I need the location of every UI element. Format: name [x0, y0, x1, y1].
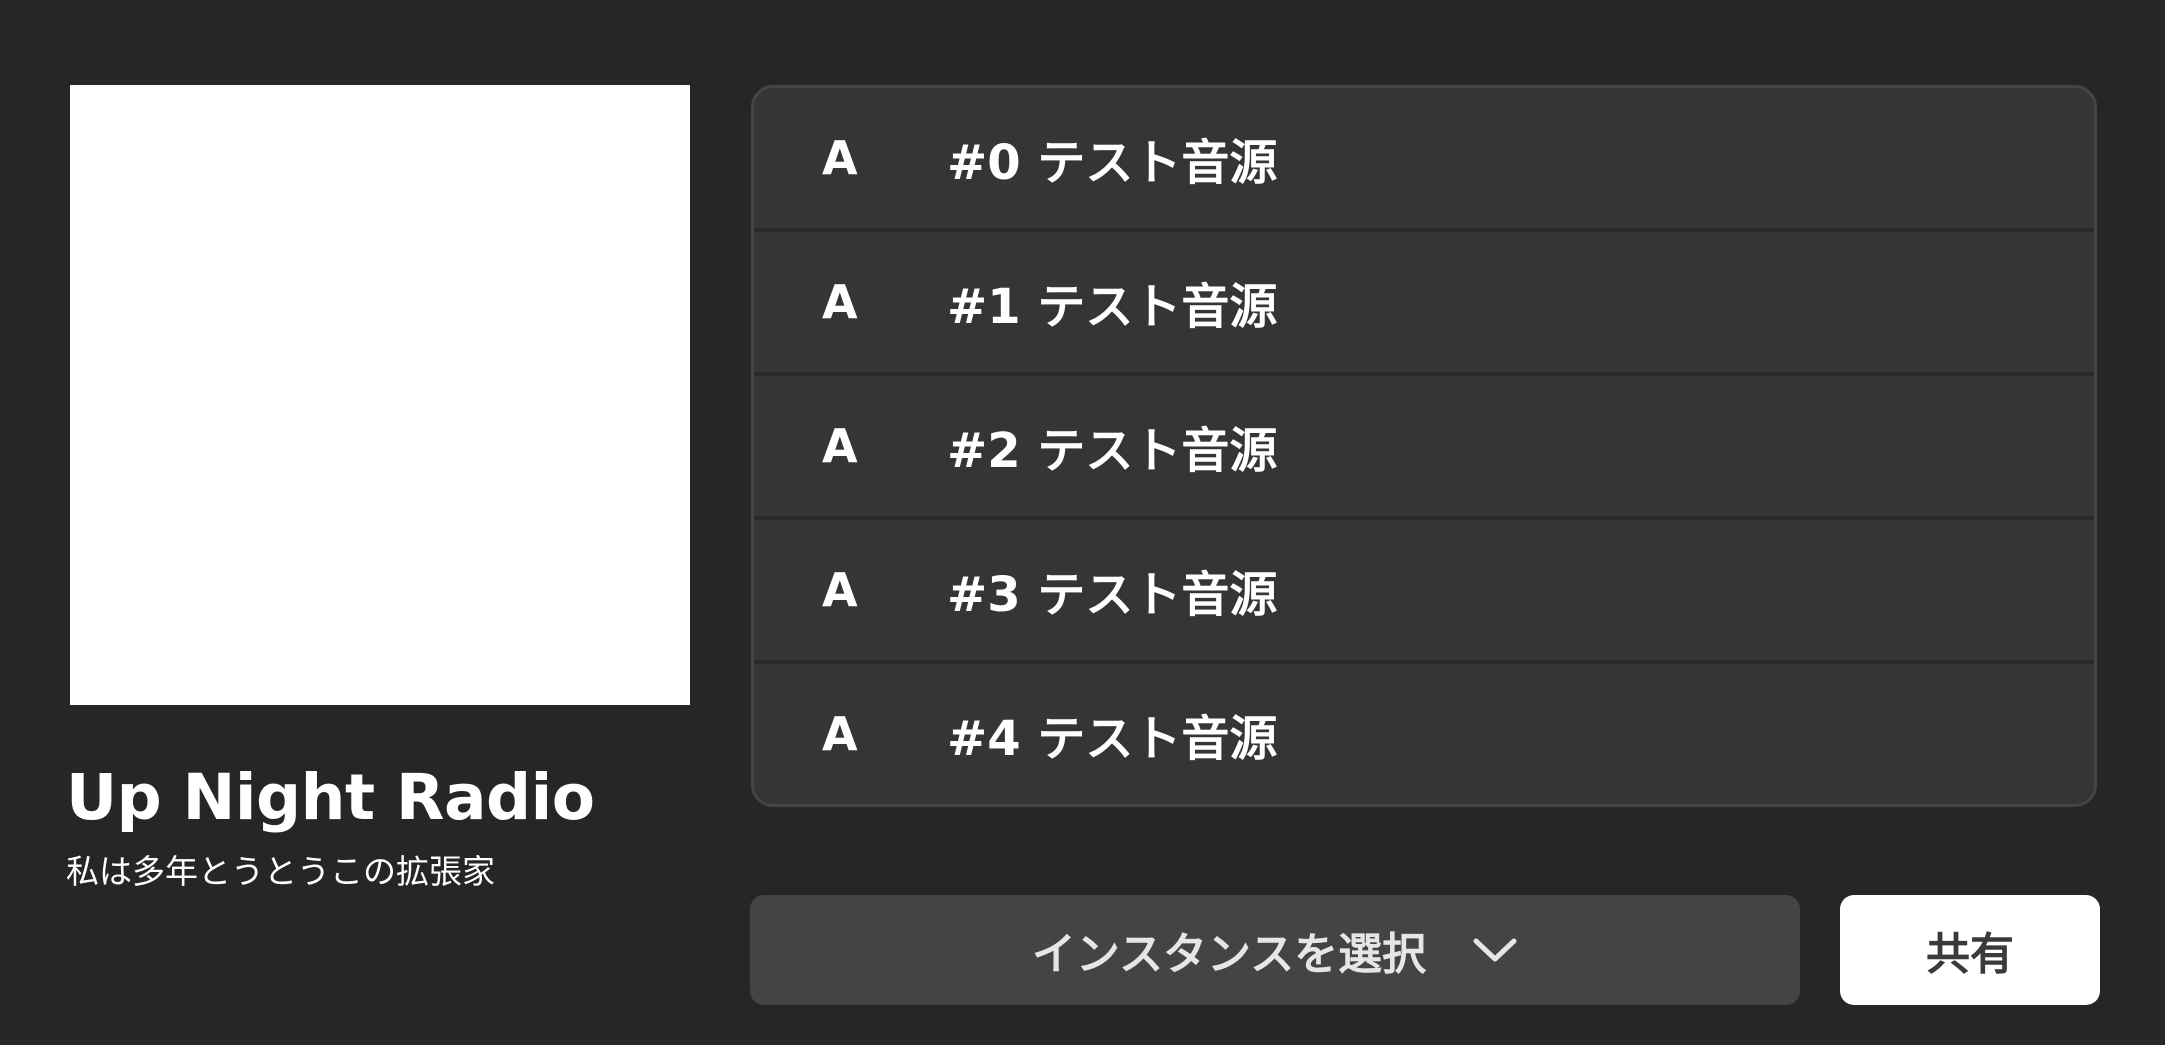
player-description: 私は多年とうとうこの拡張家 [66, 852, 495, 891]
instance-select-dropdown[interactable]: インスタンスを選択 [750, 895, 1800, 1005]
player-title: Up Night Radio [66, 761, 595, 834]
track-name: #4 テスト音源 [947, 711, 1278, 767]
album-artwork [70, 85, 690, 705]
track-name: #0 テスト音源 [947, 135, 1278, 191]
track-badge: A [822, 131, 858, 185]
track-name: #2 テスト音源 [947, 423, 1278, 479]
chevron-down-icon [1473, 938, 1517, 962]
track-item[interactable]: A #3 テスト音源 [754, 520, 2094, 664]
instance-select-label: インスタンスを選択 [1031, 929, 1427, 980]
track-name: #3 テスト音源 [947, 567, 1278, 623]
track-item[interactable]: A #2 テスト音源 [754, 376, 2094, 520]
track-badge: A [822, 563, 858, 617]
track-item[interactable]: A #1 テスト音源 [754, 232, 2094, 376]
track-badge: A [822, 707, 858, 761]
track-item[interactable]: A #4 テスト音源 [754, 664, 2094, 804]
track-badge: A [822, 419, 858, 473]
track-badge: A [822, 275, 858, 329]
share-button[interactable]: 共有 [1840, 895, 2100, 1005]
track-list: A #0 テスト音源 A #1 テスト音源 A #2 テスト音源 A #3 テス… [751, 85, 2097, 807]
track-name: #1 テスト音源 [947, 279, 1278, 335]
track-item[interactable]: A #0 テスト音源 [754, 88, 2094, 232]
player-card: Up Night Radio 私は多年とうとうこの拡張家 A #0 テスト音源 … [0, 0, 2165, 1045]
